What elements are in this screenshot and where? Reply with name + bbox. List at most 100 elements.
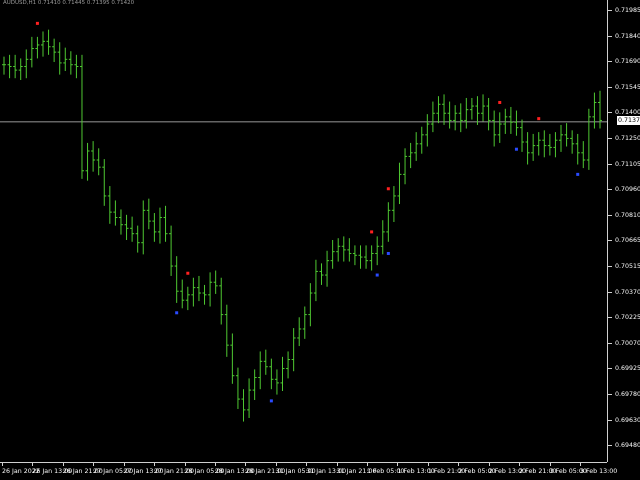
- ohlc-bar: [102, 159, 107, 206]
- ohlc-bar: [330, 239, 335, 269]
- ohlc-bar: [598, 90, 602, 129]
- ohlc-bar: [531, 133, 536, 161]
- sell-signal-marker: [498, 100, 502, 104]
- ohlc-bar: [453, 105, 458, 131]
- buy-signal-marker: [576, 172, 580, 176]
- ohlc-bar: [40, 31, 45, 57]
- ohlc-bar: [325, 250, 330, 287]
- price-tick: [608, 10, 612, 11]
- ohlc-bar: [269, 358, 274, 390]
- ohlc-bar: [414, 132, 419, 161]
- buy-signal-marker: [175, 311, 179, 315]
- ohlc-bar: [191, 277, 196, 307]
- ohlc-bar: [118, 209, 123, 235]
- ohlc-bar: [297, 317, 302, 347]
- ohlc-bar: [475, 96, 480, 125]
- time-tick: [427, 463, 429, 466]
- time-tick: [367, 463, 369, 466]
- price-tick: [608, 266, 612, 267]
- time-tick: [336, 463, 338, 466]
- ohlc-bar: [202, 284, 207, 305]
- price-axis-label: 0.69630: [615, 416, 640, 424]
- ohlc-bar: [358, 245, 363, 269]
- price-axis-label: 0.71985: [615, 7, 640, 14]
- price-axis-label: 0.70370: [615, 288, 640, 296]
- ohlc-bar: [274, 369, 279, 395]
- price-tick: [608, 112, 612, 114]
- ohlc-bar: [174, 256, 179, 303]
- ohlc-bar: [364, 245, 369, 269]
- ohlc-bar: [280, 356, 285, 391]
- price-tick: [608, 163, 612, 165]
- price-axis-label: 0.71545: [615, 83, 640, 91]
- ohlc-bar: [91, 141, 96, 172]
- ohlc-bar: [386, 202, 391, 242]
- ohlc-bar: [196, 275, 201, 302]
- price-chart-plot[interactable]: [0, 0, 607, 462]
- ohlc-bar: [308, 283, 313, 327]
- time-tick: [32, 463, 34, 466]
- ohlc-bar: [235, 367, 240, 409]
- ohlc-bar: [29, 36, 34, 68]
- ohlc-bar: [24, 49, 29, 79]
- ohlc-bar: [180, 279, 185, 309]
- price-axis-label: 0.69480: [615, 442, 640, 450]
- price-axis-label: 0.71840: [615, 32, 640, 40]
- ohlc-bar: [559, 124, 564, 152]
- time-axis[interactable]: 26 Jan 2022 26 Jan 13:00 26 Jan 21:00 27 Ja…: [0, 462, 617, 480]
- time-tick: [519, 463, 521, 466]
- ohlc-bar: [503, 108, 508, 134]
- ohlc-bar: [96, 148, 101, 176]
- time-tick: [458, 463, 460, 466]
- ohlc-bar: [408, 142, 413, 169]
- price-axis-label: 0.71690: [615, 58, 640, 66]
- ohlc-bar: [135, 225, 140, 253]
- ohlc-bar: [68, 51, 73, 75]
- ohlc-bar: [352, 245, 357, 266]
- ohlc-bar: [208, 272, 213, 307]
- ohlc-bar: [57, 42, 62, 75]
- time-tick: [123, 463, 125, 466]
- ohlc-bar: [425, 114, 430, 147]
- time-tick: [549, 463, 551, 466]
- price-tick: [608, 35, 612, 37]
- ohlc-bar: [481, 94, 486, 122]
- ohlc-bar: [252, 369, 257, 400]
- buy-signal-marker: [514, 147, 518, 151]
- ohlc-bar: [213, 270, 218, 294]
- ohlc-bar: [508, 106, 513, 134]
- ohlc-bar: [163, 205, 168, 242]
- buy-signal-marker: [386, 251, 390, 255]
- ohlc-bar: [230, 333, 235, 384]
- time-tick: [275, 463, 277, 466]
- ohlc-bar: [514, 110, 519, 136]
- ohlc-bar: [575, 133, 580, 165]
- ohlc-bar: [586, 108, 591, 170]
- sell-signal-marker: [35, 21, 39, 25]
- ohlc-bar: [447, 101, 452, 129]
- price-axis-label: 0.70960: [615, 186, 640, 194]
- price-tick: [608, 189, 612, 191]
- price-tick: [608, 445, 612, 447]
- time-tick: [306, 463, 308, 466]
- ohlc-bar: [553, 132, 558, 158]
- price-axis-label: 0.70810: [615, 211, 640, 219]
- chart-window[interactable]: AUDUSD,H1 0.71410 0.71445 0.71395 0.7142…: [0, 0, 640, 480]
- ohlc-bar: [442, 94, 447, 125]
- ohlc-bar: [419, 126, 424, 154]
- ohlc-bar: [219, 277, 224, 325]
- sell-signal-marker: [186, 271, 190, 275]
- ohlc-bar: [520, 119, 525, 152]
- ohlc-bar: [375, 236, 380, 266]
- ohlc-bar: [286, 351, 291, 379]
- price-axis[interactable]: 0.71985 0.71840 0.71690 0.71545 0.71400 0.712…: [607, 0, 640, 462]
- ohlc-bar: [336, 238, 341, 262]
- ohlc-bar: [347, 238, 352, 262]
- ohlc-bar: [430, 101, 435, 133]
- sell-signal-marker: [386, 187, 390, 191]
- ohlc-bar: [74, 54, 79, 79]
- ohlc-bar: [130, 216, 135, 242]
- ohlc-bar: [241, 389, 246, 422]
- ohlc-bar: [247, 378, 252, 418]
- ohlc-bar: [169, 225, 174, 276]
